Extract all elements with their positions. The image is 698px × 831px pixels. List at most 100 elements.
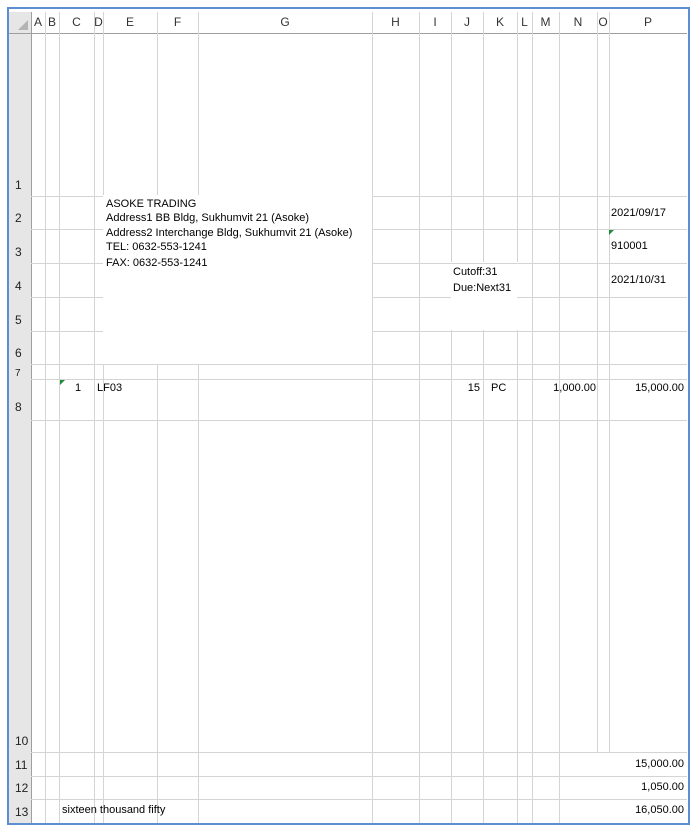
- gridline-v: [419, 12, 420, 823]
- gridline-h: [31, 196, 103, 197]
- select-all-corner[interactable]: [9, 12, 31, 34]
- gridline-h: [31, 229, 103, 230]
- row-number: 1: [15, 178, 22, 192]
- gridline-v: [559, 12, 560, 823]
- row-number: 4: [15, 279, 22, 293]
- column-header-e[interactable]: E: [103, 12, 157, 34]
- item-amount-cell[interactable]: 15,000.00: [609, 382, 684, 395]
- column-header-d[interactable]: D: [94, 12, 103, 34]
- row-header-7[interactable]: 7: [9, 364, 31, 379]
- due-terms-cell[interactable]: Due:Next31: [453, 282, 511, 295]
- gridline-v: [103, 12, 104, 195]
- row-number: 13: [15, 805, 29, 819]
- column-header-b[interactable]: B: [45, 12, 59, 34]
- gridline-h: [372, 331, 687, 332]
- gridline-h: [372, 297, 451, 298]
- gridline-v: [483, 330, 484, 823]
- gridline-v: [45, 12, 46, 823]
- gridline-h: [517, 297, 687, 298]
- column-header-g[interactable]: G: [198, 12, 372, 34]
- item-qty-cell[interactable]: 15: [451, 382, 480, 395]
- company-address1[interactable]: Address1 BB Bldg, Sukhumvit 21 (Asoke): [106, 212, 309, 225]
- column-header-m[interactable]: M: [532, 12, 559, 34]
- column-header-i[interactable]: I: [419, 12, 451, 34]
- item-price-cell[interactable]: 1,000.00: [535, 382, 596, 395]
- column-header-o[interactable]: O: [597, 12, 609, 34]
- gridline-v: [198, 365, 199, 823]
- tax-cell[interactable]: 1,050.00: [609, 781, 684, 794]
- item-code-cell[interactable]: LF03: [97, 382, 122, 395]
- grand-total-cell[interactable]: 16,050.00: [609, 804, 684, 817]
- gridline-v: [483, 12, 484, 262]
- gridline-h: [31, 379, 687, 380]
- due-date-cell[interactable]: 2021/10/31: [611, 274, 666, 287]
- amount-in-words-cell[interactable]: sixteen thousand fifty: [62, 804, 165, 817]
- column-header-n[interactable]: N: [559, 12, 597, 34]
- company-address2[interactable]: Address2 Interchange Bldg, Sukhumvit 21 …: [106, 227, 352, 240]
- row-header-1[interactable]: 1: [9, 34, 31, 196]
- gridline-h: [372, 196, 687, 197]
- column-header-a[interactable]: A: [31, 12, 45, 34]
- gridline-v: [451, 330, 452, 823]
- gridline-h: [31, 364, 687, 365]
- column-header-f[interactable]: F: [157, 12, 198, 34]
- gridline-v: [372, 12, 373, 823]
- row-number: 10: [15, 734, 29, 748]
- comment-indicator-icon: [609, 230, 614, 235]
- subtotal-cell[interactable]: 15,000.00: [609, 758, 684, 771]
- item-unit-cell[interactable]: PC: [491, 382, 506, 395]
- gridline-v: [157, 365, 158, 823]
- gridline-v: [59, 12, 60, 823]
- gridline-h: [31, 752, 687, 753]
- gridline-v: [103, 365, 104, 823]
- row-header-12[interactable]: 12: [9, 776, 31, 799]
- company-name[interactable]: ASOKE TRADING: [106, 198, 196, 211]
- column-header-p[interactable]: P: [609, 12, 687, 34]
- invoice-date-cell[interactable]: 2021/09/17: [611, 207, 666, 220]
- row-number: 5: [15, 313, 22, 327]
- select-all-triangle-icon: [18, 20, 28, 30]
- gridline-v: [451, 12, 452, 262]
- gridline-v: [157, 12, 158, 195]
- row-header-10[interactable]: 10: [9, 420, 31, 752]
- row-header-4[interactable]: 4: [9, 263, 31, 297]
- row-number: 8: [15, 400, 22, 414]
- row-number: 3: [15, 245, 22, 259]
- row-header-3[interactable]: 3: [9, 229, 31, 263]
- company-tel[interactable]: TEL: 0632-553-1241: [106, 241, 207, 254]
- gridline-h: [372, 263, 687, 264]
- cutoff-cell[interactable]: Cutoff:31: [453, 266, 497, 279]
- column-header-k[interactable]: K: [483, 12, 517, 34]
- gridline-h: [31, 799, 687, 800]
- row-header-2[interactable]: 2: [9, 196, 31, 229]
- column-header-j[interactable]: J: [451, 12, 483, 34]
- gridline-v: [517, 330, 518, 823]
- row-header-13[interactable]: 13: [9, 799, 31, 823]
- spreadsheet-frame: [7, 7, 690, 825]
- row-number: 2: [15, 211, 22, 225]
- gridline-v: [31, 12, 32, 823]
- gridline-v: [198, 12, 199, 195]
- company-fax[interactable]: FAX: 0632-553-1241: [106, 257, 208, 270]
- document-number-cell[interactable]: 910001: [611, 240, 648, 253]
- row-header-5[interactable]: 5: [9, 297, 31, 331]
- row-number: 12: [15, 781, 29, 795]
- gridline-v: [597, 12, 598, 752]
- gridline-v: [94, 12, 95, 823]
- column-header-c[interactable]: C: [59, 12, 94, 34]
- gridline-v: [532, 12, 533, 823]
- row-header-11[interactable]: 11: [9, 752, 31, 776]
- gridline-h: [31, 263, 103, 264]
- row-number: 6: [15, 346, 22, 360]
- column-header-l[interactable]: L: [517, 12, 532, 34]
- comment-indicator-icon: [60, 380, 65, 385]
- item-number-cell[interactable]: 1: [75, 382, 81, 395]
- row-header-8[interactable]: 8: [9, 379, 31, 420]
- gridline-h: [31, 331, 103, 332]
- column-header-h[interactable]: H: [372, 12, 419, 34]
- row-number: 7: [15, 368, 21, 379]
- row-number: 11: [15, 758, 28, 772]
- gridline-h: [31, 297, 103, 298]
- row-header-6[interactable]: 6: [9, 331, 31, 364]
- gridline-h: [31, 776, 687, 777]
